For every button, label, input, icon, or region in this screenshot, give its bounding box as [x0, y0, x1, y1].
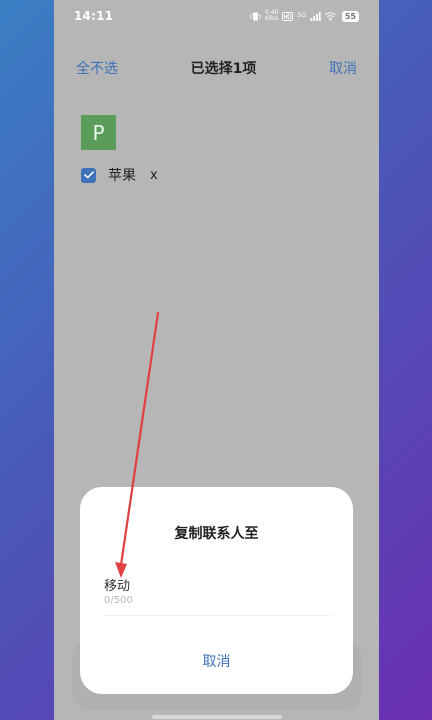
- deselect-all-button[interactable]: 全不选: [76, 58, 118, 78]
- status-bar: 14:11 0.40 KB/s 5G 55: [54, 0, 379, 32]
- signal-icon: [310, 11, 321, 21]
- wifi-icon: [325, 11, 336, 21]
- contact-mark: x: [150, 167, 158, 183]
- battery-icon: 55: [341, 10, 359, 22]
- status-icons: 0.40 KB/s 5G 55: [250, 10, 359, 22]
- character-counter: 0/500: [104, 595, 133, 606]
- page-title: 已选择1项: [190, 61, 257, 77]
- selection-header: 全不选 已选择1项 取消: [54, 56, 379, 80]
- destination-option-mobile[interactable]: 移动: [104, 575, 130, 594]
- field-divider: [104, 615, 330, 616]
- status-time: 14:11: [74, 9, 114, 23]
- contact-name: 苹果: [108, 168, 136, 184]
- contact-avatar[interactable]: P: [81, 115, 116, 150]
- contact-row[interactable]: 苹果 x: [81, 165, 158, 185]
- contact-checkbox[interactable]: [81, 167, 96, 183]
- network-speed: 0.40 KB/s: [265, 9, 279, 22]
- vibrate-icon: [250, 12, 261, 20]
- header-cancel-button[interactable]: 取消: [329, 58, 357, 78]
- dialog-cancel-button[interactable]: 取消: [80, 651, 353, 671]
- hd-icon: [282, 11, 294, 21]
- copy-contact-dialog: 复制联系人至 移动 0/500 取消: [80, 487, 353, 694]
- dialog-title: 复制联系人至: [174, 526, 259, 542]
- network-type: 5G: [297, 12, 306, 19]
- check-icon: [83, 171, 94, 179]
- home-indicator: [152, 715, 282, 719]
